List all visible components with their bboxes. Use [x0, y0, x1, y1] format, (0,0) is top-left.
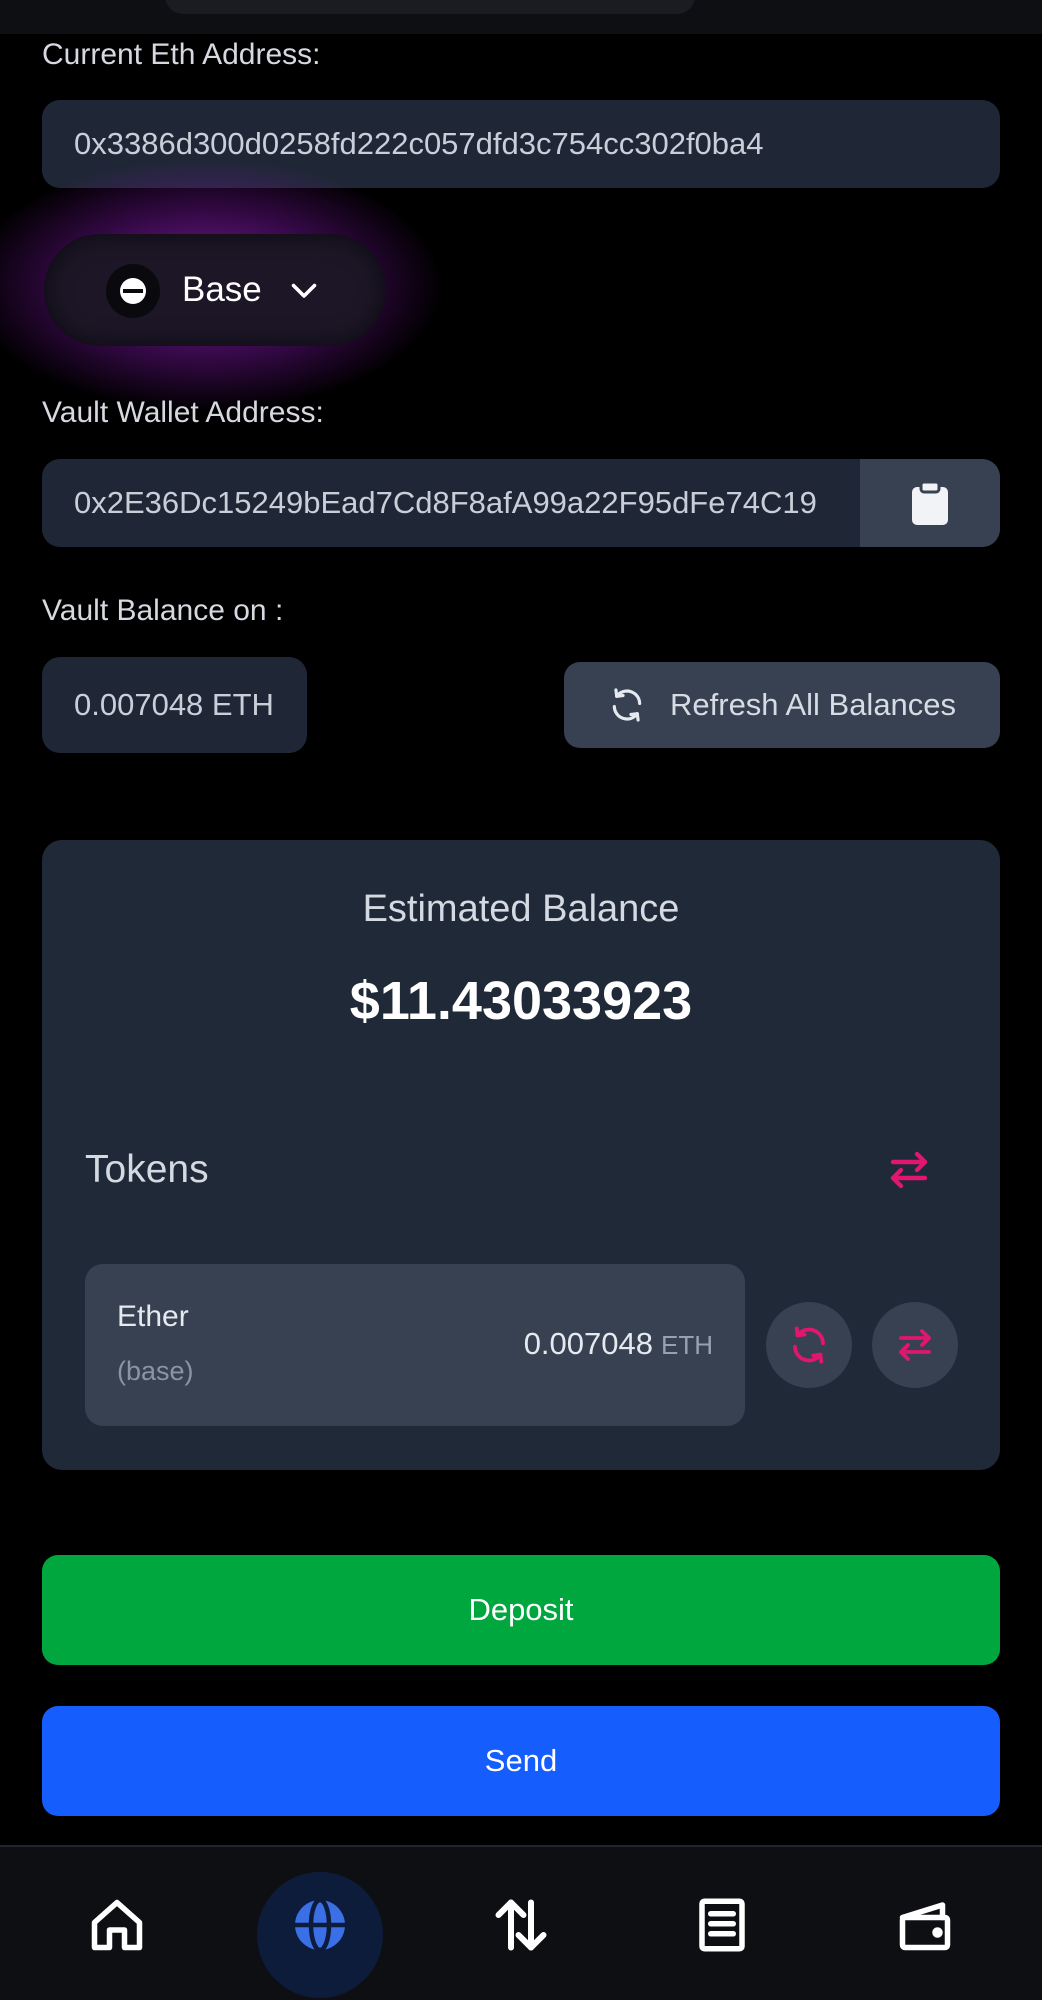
- globe-icon: [295, 1897, 345, 1953]
- token-unit: ETH: [661, 1330, 713, 1360]
- token-chain: (base): [117, 1356, 194, 1386]
- nav-home[interactable]: [47, 1847, 187, 2000]
- vault-balance-value: 0.007048 ETH: [42, 657, 307, 753]
- top-search-pill[interactable]: [165, 0, 695, 14]
- refresh-all-balances-button[interactable]: Refresh All Balances: [564, 662, 1000, 748]
- network-selector-button[interactable]: Base: [44, 234, 386, 346]
- top-bar: [0, 0, 1042, 34]
- chevron-down-icon: [291, 283, 317, 298]
- estimated-balance-title: Estimated Balance: [362, 888, 680, 930]
- nav-networks[interactable]: [250, 1847, 390, 2000]
- token-swap-button[interactable]: [872, 1302, 958, 1388]
- nav-transfers[interactable]: [451, 1847, 591, 2000]
- deposit-button[interactable]: Deposit: [42, 1555, 1000, 1665]
- home-icon: [91, 1899, 143, 1951]
- vault-wallet-address-value: 0x2E36Dc15249bEad7Cd8F8afA99a22F95dFe74C…: [74, 485, 817, 520]
- token-amount: 0.007048 ETH: [524, 1326, 713, 1362]
- base-logo-icon: [106, 264, 160, 318]
- network-selector-label: Base: [182, 270, 262, 309]
- vault-wallet-address-field[interactable]: 0x2E36Dc15249bEad7Cd8F8afA99a22F95dFe74C…: [42, 459, 1000, 547]
- wallet-icon: [899, 1902, 951, 1951]
- token-name: Ether: [117, 1300, 189, 1333]
- nav-activity[interactable]: [652, 1847, 792, 2000]
- current-eth-address-label: Current Eth Address:: [42, 38, 321, 71]
- swap-icon[interactable]: [885, 1146, 933, 1194]
- estimated-balance-value: $11.43033923: [349, 971, 693, 1031]
- estimated-balance-card: Estimated Balance $11.43033923 Tokens Et…: [42, 840, 1000, 1470]
- token-refresh-button[interactable]: [766, 1302, 852, 1388]
- transfer-icon: [495, 1899, 547, 1951]
- token-amount-value: 0.007048: [523, 1326, 653, 1361]
- document-icon: [699, 1898, 745, 1952]
- swap-icon: [899, 1329, 931, 1361]
- token-row-ether[interactable]: Ether (base) 0.007048 ETH: [85, 1264, 745, 1426]
- copy-address-button[interactable]: [860, 459, 1000, 547]
- bottom-navigation: [0, 1845, 1042, 2000]
- tokens-heading: Tokens: [85, 1148, 209, 1191]
- refresh-icon: [612, 688, 642, 722]
- clipboard-icon: [912, 481, 948, 525]
- refresh-all-balances-label: Refresh All Balances: [670, 687, 957, 722]
- send-button[interactable]: Send: [42, 1706, 1000, 1816]
- vault-balance-label: Vault Balance on :: [42, 594, 284, 627]
- vault-wallet-address-label: Vault Wallet Address:: [42, 396, 324, 429]
- nav-wallet[interactable]: [855, 1847, 995, 2000]
- refresh-icon: [793, 1326, 825, 1364]
